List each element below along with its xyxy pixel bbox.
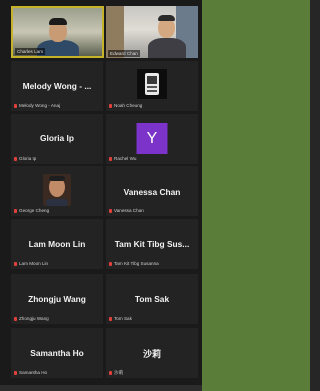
participant-tile-charles[interactable]: Charles Lam: [11, 6, 104, 58]
participant-name: Melody Wong - ...: [22, 81, 92, 91]
name-plate-label: Noah Cheung: [114, 103, 143, 108]
right-background-panel: [202, 0, 310, 391]
name-plate: Charles Lam: [15, 48, 46, 55]
participant-name: Samantha Ho: [30, 348, 84, 358]
participant-name: Vanessa Chan: [123, 187, 181, 197]
mic-muted-icon: [109, 103, 112, 108]
person-hair: [49, 18, 67, 25]
name-plate: Lam Moon Lin: [14, 260, 48, 267]
participant-name: 沙莉: [142, 349, 161, 359]
name-plate: Samantha Ho: [14, 369, 47, 376]
video-gallery: Charles Lam Edward Chan Melody Wong - ..…: [0, 0, 202, 391]
name-plate: Melody Wong - Anaj: [14, 102, 60, 109]
name-plate-label: Melody Wong - Anaj: [19, 103, 61, 108]
participant-tile-noah[interactable]: Noah Cheung: [106, 61, 198, 111]
mic-muted-icon: [109, 156, 112, 161]
name-plate: Vanessa Chan: [109, 207, 144, 214]
participant-tile-tomsak[interactable]: Tom Sak Tom Sak: [106, 274, 198, 324]
name-plate-label: Rachel Wu: [114, 156, 137, 161]
participant-name: Tam Kit Tibg Sus...: [114, 239, 190, 249]
name-plate-label: 沙莉: [114, 369, 124, 375]
name-plate-label: Zhongju Wang: [19, 316, 49, 321]
name-plate: Gloria Ip: [14, 155, 36, 162]
name-plate: Edward Chan: [108, 50, 140, 57]
participant-tile-sali[interactable]: 沙莉 沙莉: [106, 328, 198, 378]
name-plate: Tom Sak: [109, 315, 132, 322]
mic-muted-icon: [109, 261, 112, 266]
person-hair: [158, 15, 175, 21]
participant-tile-edward[interactable]: Edward Chan: [106, 6, 198, 58]
participant-tile-vanessa[interactable]: Vanessa Chan Vanessa Chan: [106, 166, 198, 216]
profile-picture: [137, 69, 167, 99]
name-plate: Tam Kit Tibg Susanna: [109, 260, 159, 267]
name-plate: 沙莉: [109, 369, 123, 376]
participant-tile-zhongju[interactable]: Zhongju Wang Zhongju Wang: [11, 274, 103, 324]
profile-picture: [43, 174, 71, 206]
person-photo: [43, 174, 71, 206]
name-plate-label: Lam Moon Lin: [19, 261, 49, 266]
mic-muted-icon: [109, 316, 112, 321]
mic-muted-icon: [14, 316, 17, 321]
name-plate-label: Tam Kit Tibg Susanna: [114, 261, 159, 266]
mic-muted-icon: [14, 156, 17, 161]
participant-name: Tom Sak: [134, 294, 170, 304]
participant-name: Zhongju Wang: [28, 294, 86, 304]
participant-name: Lam Moon Lin: [28, 239, 86, 249]
name-plate-label: Edward Chan: [110, 51, 138, 56]
name-plate: Zhongju Wang: [14, 315, 49, 322]
participant-tile-rachel[interactable]: Y Rachel Wu: [106, 114, 198, 164]
name-plate: Noah Cheung: [109, 102, 142, 109]
name-plate-label: Gloria Ip: [19, 156, 37, 161]
name-plate: George Cheng: [14, 207, 49, 214]
mic-muted-icon: [109, 208, 112, 213]
person-shoulders: [148, 38, 186, 58]
mic-muted-icon: [14, 370, 17, 375]
mic-muted-icon: [109, 370, 112, 375]
mic-muted-icon: [14, 261, 17, 266]
name-plate-label: George Cheng: [19, 208, 50, 213]
gallery-bottom-edge: [0, 385, 202, 391]
participant-tile-melody[interactable]: Melody Wong - ... Melody Wong - Anaj: [11, 61, 103, 111]
participant-name: Gloria Ip: [40, 133, 74, 143]
participant-tile-george[interactable]: George Cheng: [11, 166, 103, 216]
participant-tile-lammoonlin[interactable]: Lam Moon Lin Lam Moon Lin: [11, 219, 103, 269]
participant-tile-samantha[interactable]: Samantha Ho Samantha Ho: [11, 328, 103, 378]
participant-tile-gloria[interactable]: Gloria Ip Gloria Ip: [11, 114, 103, 164]
participant-tile-tamkit[interactable]: Tam Kit Tibg Sus... Tam Kit Tibg Susanna: [106, 219, 198, 269]
name-plate: Rachel Wu: [109, 155, 136, 162]
name-plate-label: Vanessa Chan: [114, 208, 144, 213]
name-plate-label: Samantha Ho: [19, 370, 48, 375]
mic-muted-icon: [14, 208, 17, 213]
name-plate-label: Tom Sak: [114, 316, 132, 321]
name-plate-label: Charles Lam: [17, 49, 44, 54]
avatar-letter: Y: [136, 123, 168, 154]
logo-image: [137, 69, 167, 99]
mic-muted-icon: [14, 103, 17, 108]
